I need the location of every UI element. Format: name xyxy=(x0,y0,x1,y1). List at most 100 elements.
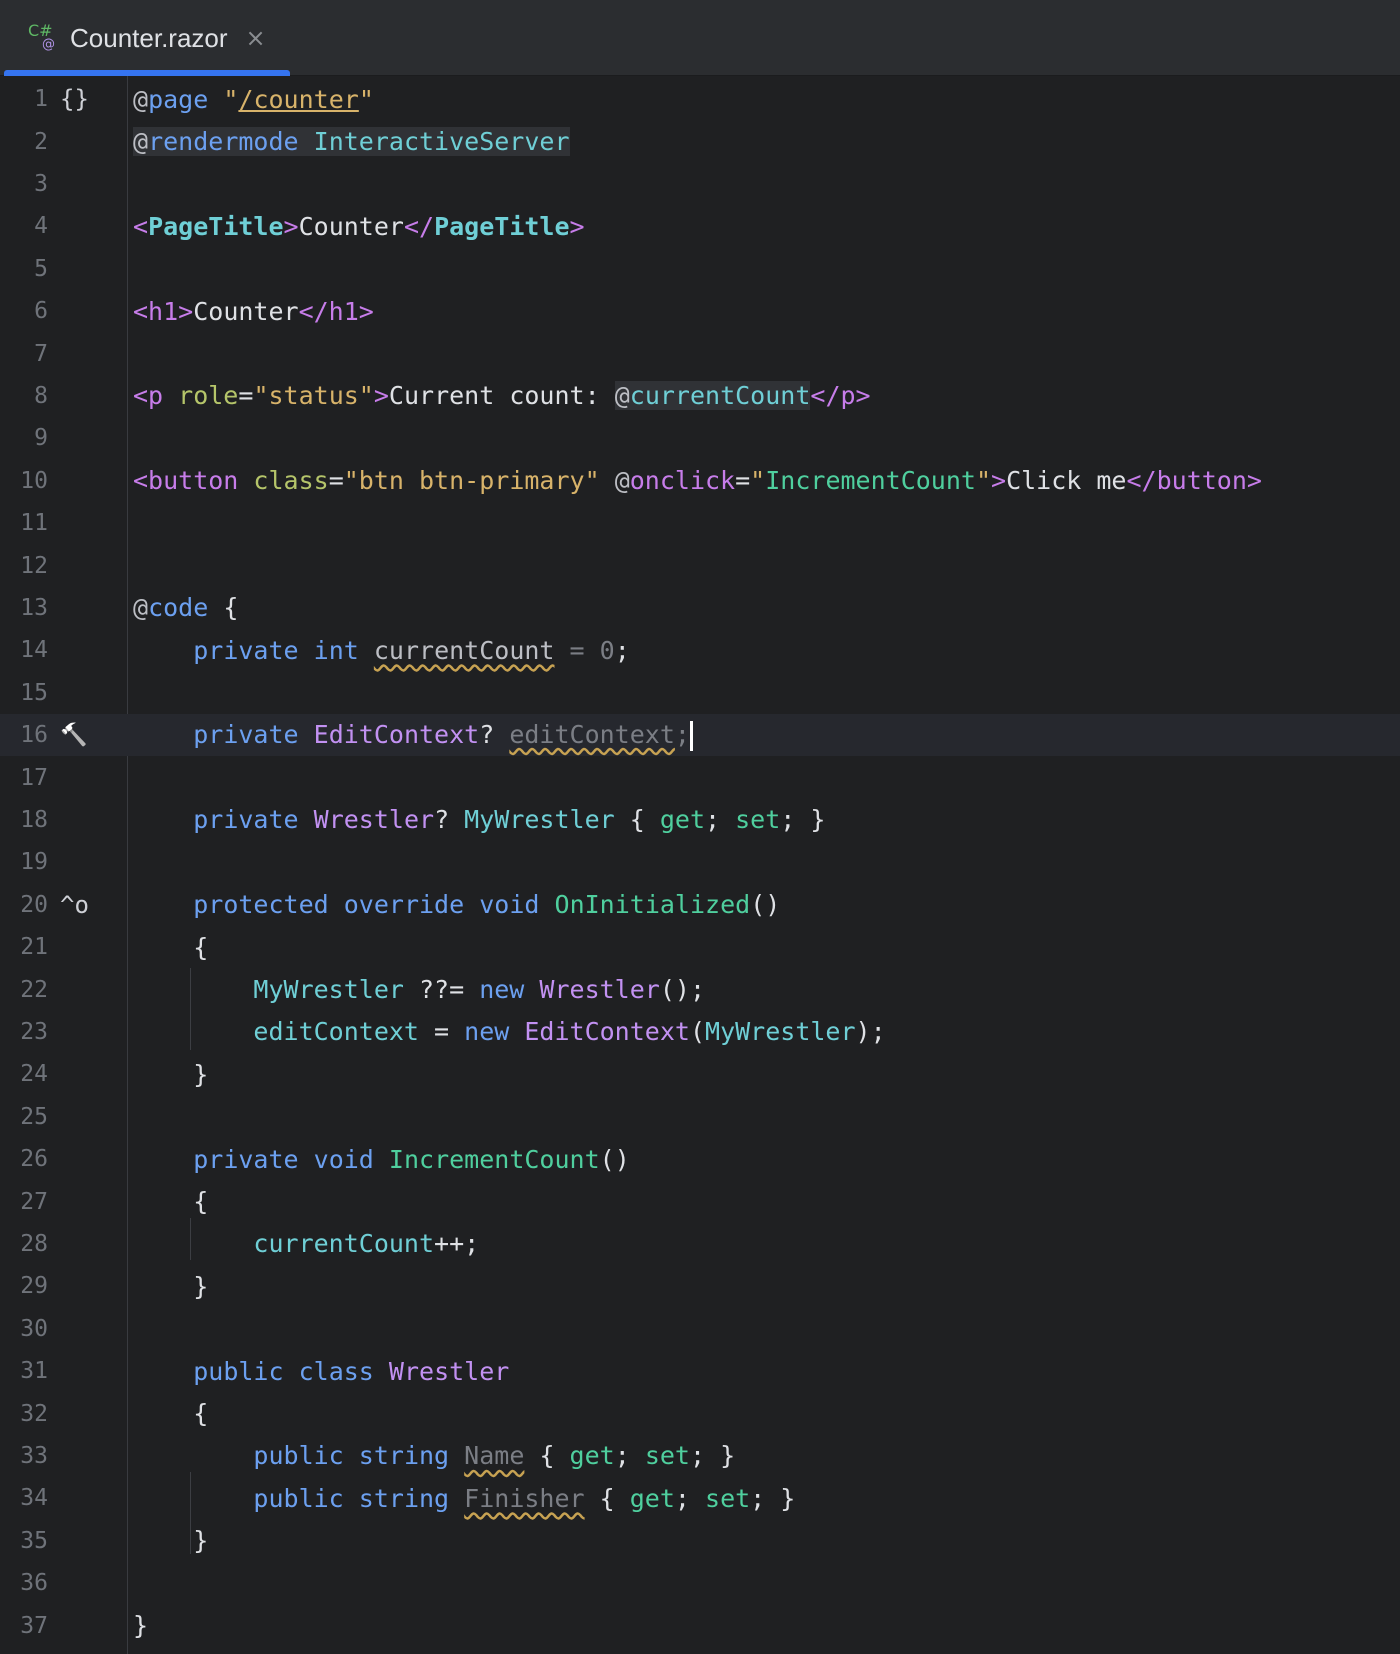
code-token: class xyxy=(298,1356,374,1386)
code-token: int xyxy=(313,635,359,665)
code-token: ? xyxy=(479,719,510,749)
line-number: 14 xyxy=(20,637,48,664)
code-editor[interactable]: 1{} @page "/counter" 2 @rendermode Interact… xyxy=(0,76,1400,1654)
code-line[interactable]: 1 {} @page "/counter" xyxy=(0,78,1400,120)
code-line[interactable]: 2 @rendermode InteractiveServer xyxy=(0,120,1400,162)
code-line[interactable]: 15 xyxy=(0,672,1400,714)
code-token: page xyxy=(148,84,209,114)
line-number: 8 xyxy=(34,382,48,409)
code-line[interactable]: 7 xyxy=(0,332,1400,374)
gutter-slot: 🔨 xyxy=(48,714,118,756)
code-line[interactable]: 32 { xyxy=(0,1392,1400,1434)
code-text: <p role="status">Current count: @current… xyxy=(133,381,871,411)
code-token: > xyxy=(991,466,1007,496)
line-number: 25 xyxy=(20,1103,48,1130)
code-line[interactable]: 24 } xyxy=(0,1053,1400,1095)
code-token: string xyxy=(358,1483,450,1513)
code-token: <h1> xyxy=(133,296,194,326)
code-token: ? xyxy=(434,805,465,835)
braces-icon[interactable]: {} xyxy=(60,85,89,113)
code-line[interactable]: 25 xyxy=(0,1096,1400,1138)
code-line[interactable]: 36 xyxy=(0,1562,1400,1604)
code-line[interactable]: 34 public string Finisher { get; set; } xyxy=(0,1477,1400,1519)
hammer-icon[interactable]: 🔨 xyxy=(60,723,87,748)
code-token: > xyxy=(569,211,585,241)
code-line[interactable]: 5 xyxy=(0,248,1400,290)
code-token: </p> xyxy=(810,381,871,411)
code-line[interactable]: 13 @code { xyxy=(0,587,1400,629)
code-line[interactable]: 31 public class Wrestler xyxy=(0,1350,1400,1392)
line-number: 9 xyxy=(34,425,48,452)
code-token: ; xyxy=(614,1441,645,1471)
code-token: < xyxy=(133,211,149,241)
code-token: = xyxy=(419,1017,465,1047)
line-number: 7 xyxy=(34,340,48,367)
code-token: } xyxy=(133,1526,209,1556)
code-line[interactable]: 29 } xyxy=(0,1265,1400,1307)
code-text: @page "/counter" xyxy=(133,85,374,114)
code-token: > xyxy=(283,211,299,241)
gutter-slot xyxy=(48,968,118,1010)
code-token: = xyxy=(735,466,751,496)
line-number: 4 xyxy=(34,213,48,240)
code-line[interactable]: 9 xyxy=(0,417,1400,459)
line-number: 30 xyxy=(20,1315,48,1342)
code-line[interactable]: 27 { xyxy=(0,1180,1400,1222)
code-token: EditContext xyxy=(524,1017,690,1047)
code-line[interactable]: 23 editContext = new EditContext(MyWrest… xyxy=(0,1011,1400,1053)
code-token: MyWrestler xyxy=(464,805,615,835)
line-number: 22 xyxy=(20,976,48,1003)
code-line[interactable]: 20 ^o protected override void OnInitializ… xyxy=(0,884,1400,926)
line-number: 16 xyxy=(20,722,48,749)
code-token: > xyxy=(373,381,389,411)
code-line[interactable]: 33 public string Name { get; set; } xyxy=(0,1435,1400,1477)
line-number: 3 xyxy=(34,170,48,197)
code-line[interactable]: 28 currentCount++; xyxy=(0,1223,1400,1265)
code-text: } xyxy=(133,1272,208,1301)
code-line[interactable]: 18 private Wrestler? MyWrestler { get; s… xyxy=(0,799,1400,841)
code-token: role xyxy=(178,381,239,411)
tab-counter-razor[interactable]: C# @ Counter.razor × xyxy=(4,0,290,76)
close-icon[interactable]: × xyxy=(246,24,266,52)
gutter-slot xyxy=(48,756,118,798)
code-line[interactable]: 11 xyxy=(0,502,1400,544)
code-line[interactable]: 17 xyxy=(0,756,1400,798)
code-token: get xyxy=(659,805,705,835)
code-token: Wrestler xyxy=(313,805,435,835)
gutter-slot xyxy=(48,205,118,247)
code-line[interactable]: 22 MyWrestler ??= new Wrestler(); xyxy=(0,968,1400,1010)
code-line[interactable]: 6 <h1>Counter</h1> xyxy=(0,290,1400,332)
code-line[interactable]: 10 <button class="btn btn-primary" @oncli… xyxy=(0,460,1400,502)
gutter-slot xyxy=(48,375,118,417)
code-line[interactable]: 12 xyxy=(0,544,1400,586)
code-line[interactable]: 37} xyxy=(0,1604,1400,1646)
code-line[interactable]: 4 <PageTitle>Counter</PageTitle> xyxy=(0,205,1400,247)
code-line[interactable]: 8 <p role="status">Current count: @curren… xyxy=(0,375,1400,417)
gutter-slot xyxy=(48,1604,118,1646)
code-token: new xyxy=(479,975,525,1005)
tab-bar: C# @ Counter.razor × xyxy=(0,0,1400,76)
code-token: ( xyxy=(689,1017,706,1047)
code-line[interactable]: 21 { xyxy=(0,926,1400,968)
code-text: { xyxy=(133,1187,208,1216)
override-icon[interactable]: ^o xyxy=(60,891,89,919)
code-line[interactable]: 14 private int currentCount = 0; xyxy=(0,629,1400,671)
gutter-slot: {} xyxy=(48,78,118,120)
line-number: 6 xyxy=(34,298,48,325)
code-line[interactable]: 30 xyxy=(0,1308,1400,1350)
gutter-slot xyxy=(48,1435,118,1477)
code-line[interactable]: 16 🔨 private EditContext? editContext; xyxy=(0,714,1400,757)
code-line[interactable]: 35 } xyxy=(0,1520,1400,1562)
code-token: " xyxy=(750,466,766,496)
code-line[interactable]: 3 xyxy=(0,163,1400,205)
code-text: private EditContext? editContext; xyxy=(133,720,693,751)
code-line[interactable]: 19 xyxy=(0,841,1400,883)
code-line[interactable]: 26 private void IncrementCount() xyxy=(0,1138,1400,1180)
